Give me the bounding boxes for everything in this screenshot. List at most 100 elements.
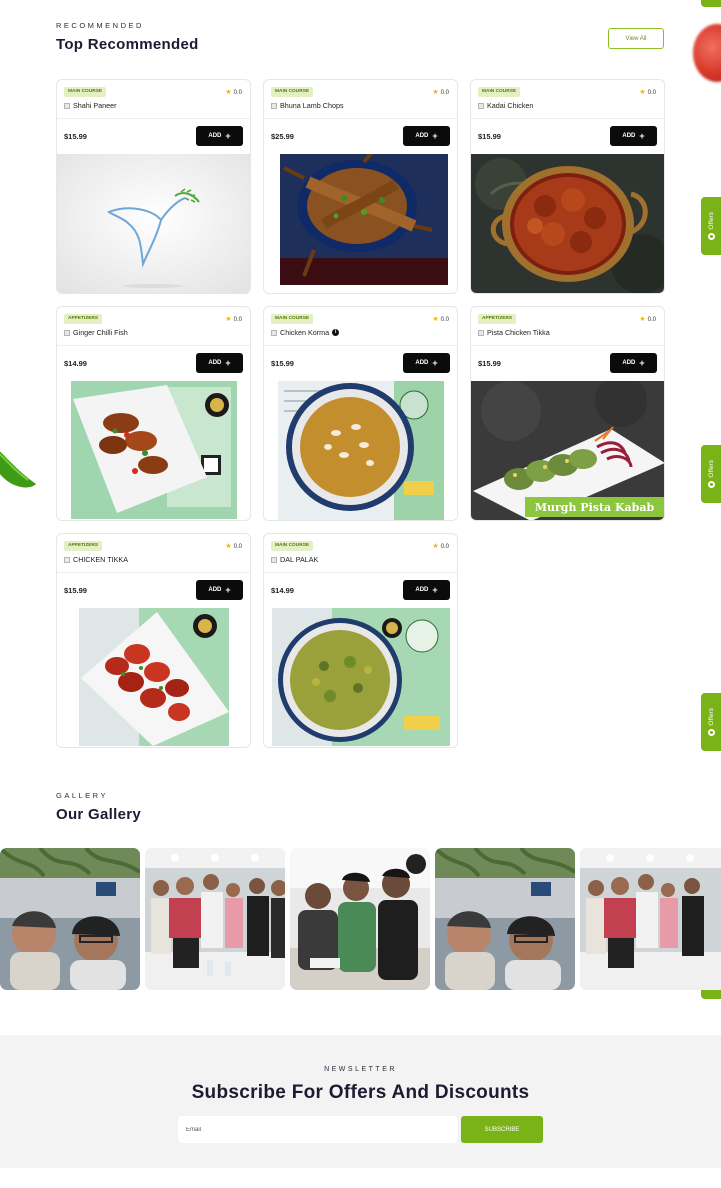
- product-card[interactable]: MAIN COURSE ★ 0.0 Bhuna Lamb Chops $25.99…: [263, 79, 458, 294]
- product-name-text: Chicken Korma: [280, 328, 330, 337]
- newsletter-eyebrow: NEWSLETTER: [324, 1066, 397, 1073]
- add-to-cart-button[interactable]: ADD +: [610, 126, 657, 146]
- star-icon: ★: [225, 543, 232, 550]
- plus-icon: +: [432, 130, 438, 141]
- rating-value: 0.0: [647, 316, 656, 323]
- product-image: [57, 381, 250, 520]
- gallery-photo[interactable]: [580, 848, 721, 990]
- add-to-cart-button[interactable]: ADD +: [403, 353, 450, 373]
- add-label: ADD: [622, 133, 636, 139]
- rating: ★ 0.0: [225, 316, 242, 323]
- plus-icon: +: [225, 357, 231, 368]
- add-to-cart-button[interactable]: ADD +: [610, 353, 657, 373]
- card-divider: [57, 118, 250, 119]
- product-name-text: Pista Chicken Tikka: [487, 328, 550, 337]
- rating-value: 0.0: [233, 543, 242, 550]
- category-badge: APPETIZERS: [478, 314, 517, 324]
- add-to-cart-button[interactable]: ADD +: [196, 353, 243, 373]
- rating-value: 0.0: [440, 316, 449, 323]
- info-icon[interactable]: i: [332, 329, 340, 336]
- rating: ★ 0.0: [432, 89, 449, 96]
- add-to-cart-button[interactable]: ADD +: [196, 126, 243, 146]
- gallery-photo[interactable]: [0, 848, 140, 990]
- card-divider: [471, 118, 664, 119]
- product-name[interactable]: Bhuna Lamb Chops: [271, 101, 344, 110]
- product-price: $25.99: [271, 132, 294, 141]
- chili-decoration: [0, 451, 36, 488]
- add-label: ADD: [208, 360, 222, 366]
- view-all-button[interactable]: View All: [608, 28, 664, 49]
- star-icon: ★: [225, 89, 232, 96]
- veg-indicator-icon: [478, 329, 484, 336]
- product-card[interactable]: MAIN COURSE ★ 0.0 DAL PALAK $14.99 ADD +: [263, 533, 458, 748]
- product-card[interactable]: MAIN COURSE ★ 0.0 Kadai Chicken $15.99 AD…: [470, 79, 665, 294]
- product-image: [471, 154, 664, 293]
- gallery-eyebrow: GALLERY: [56, 791, 108, 800]
- add-to-cart-button[interactable]: ADD +: [403, 580, 450, 600]
- veg-indicator-icon: [64, 329, 70, 336]
- star-icon: ★: [432, 316, 439, 323]
- gallery-photo[interactable]: [290, 848, 430, 990]
- product-card[interactable]: APPETIZERS ★ 0.0 Pista Chicken Tikka $15.…: [470, 306, 665, 521]
- add-label: ADD: [415, 133, 429, 139]
- offers-tab[interactable]: Offers: [701, 445, 721, 503]
- product-name[interactable]: DAL PALAK: [271, 555, 318, 564]
- offers-tab[interactable]: Offers: [701, 197, 721, 255]
- product-name-text: Bhuna Lamb Chops: [280, 101, 344, 110]
- rating-value: 0.0: [647, 89, 656, 96]
- offers-tab-label: Offers: [707, 707, 715, 726]
- category-badge: MAIN COURSE: [478, 87, 521, 97]
- gallery-title: Our Gallery: [56, 806, 142, 823]
- card-divider: [264, 118, 457, 119]
- veg-indicator-icon: [64, 556, 70, 563]
- product-card[interactable]: APPETIZERS ★ 0.0 Ginger Chilli Fish $14.9…: [56, 306, 251, 521]
- add-to-cart-button[interactable]: ADD +: [403, 126, 450, 146]
- category-badge: MAIN COURSE: [271, 314, 314, 324]
- email-input[interactable]: [178, 1116, 458, 1143]
- gallery-photo[interactable]: [145, 848, 285, 990]
- product-price: $15.99: [64, 132, 87, 141]
- rating: ★ 0.0: [639, 316, 656, 323]
- product-price: $15.99: [478, 359, 501, 368]
- rating: ★ 0.0: [225, 89, 242, 96]
- product-card[interactable]: MAIN COURSE ★ 0.0 Chicken Korma i $15.99 A…: [263, 306, 458, 521]
- tomato-decoration: [693, 24, 721, 82]
- product-name-text: Shahi Paneer: [73, 101, 117, 110]
- card-divider: [57, 572, 250, 573]
- product-price: $15.99: [478, 132, 501, 141]
- add-to-cart-button[interactable]: ADD +: [196, 580, 243, 600]
- category-badge: MAIN COURSE: [64, 87, 107, 97]
- product-card[interactable]: MAIN COURSE ★ 0.0 Shahi Paneer $15.99 ADD…: [56, 79, 251, 294]
- star-icon: ★: [639, 316, 646, 323]
- product-name[interactable]: CHICKEN TIKKA: [64, 555, 128, 564]
- newsletter-section: NEWSLETTER Subscribe For Offers And Disc…: [0, 1035, 721, 1168]
- product-name[interactable]: Kadai Chicken: [478, 101, 533, 110]
- veg-indicator-icon: [271, 556, 277, 563]
- product-name[interactable]: Chicken Korma i: [271, 328, 340, 337]
- add-label: ADD: [622, 360, 636, 366]
- rating: ★ 0.0: [639, 89, 656, 96]
- offers-tag-icon: [707, 481, 715, 489]
- add-label: ADD: [208, 133, 222, 139]
- product-card[interactable]: APPETIZERS ★ 0.0 CHICKEN TIKKA $15.99 ADD…: [56, 533, 251, 748]
- rating: ★ 0.0: [432, 316, 449, 323]
- rating-value: 0.0: [233, 316, 242, 323]
- product-name-text: Kadai Chicken: [487, 101, 534, 110]
- product-name[interactable]: Ginger Chilli Fish: [64, 328, 128, 337]
- product-name[interactable]: Shahi Paneer: [64, 101, 117, 110]
- veg-indicator-icon: [64, 102, 70, 109]
- product-name[interactable]: Pista Chicken Tikka: [478, 328, 550, 337]
- category-badge: MAIN COURSE: [271, 87, 314, 97]
- subscribe-button[interactable]: SUBSCRIBE: [461, 1116, 543, 1143]
- offers-tab[interactable]: Offers: [701, 693, 721, 751]
- plus-icon: +: [639, 130, 645, 141]
- gallery-photo[interactable]: [435, 848, 575, 990]
- card-divider: [471, 345, 664, 346]
- category-badge: APPETIZERS: [64, 541, 103, 551]
- product-image: [57, 608, 250, 747]
- product-name-text: Ginger Chilli Fish: [73, 328, 128, 337]
- offers-tag-icon: [707, 233, 715, 241]
- category-badge: APPETIZERS: [64, 314, 103, 324]
- product-name-text: CHICKEN TIKKA: [73, 555, 128, 564]
- star-icon: ★: [639, 89, 646, 96]
